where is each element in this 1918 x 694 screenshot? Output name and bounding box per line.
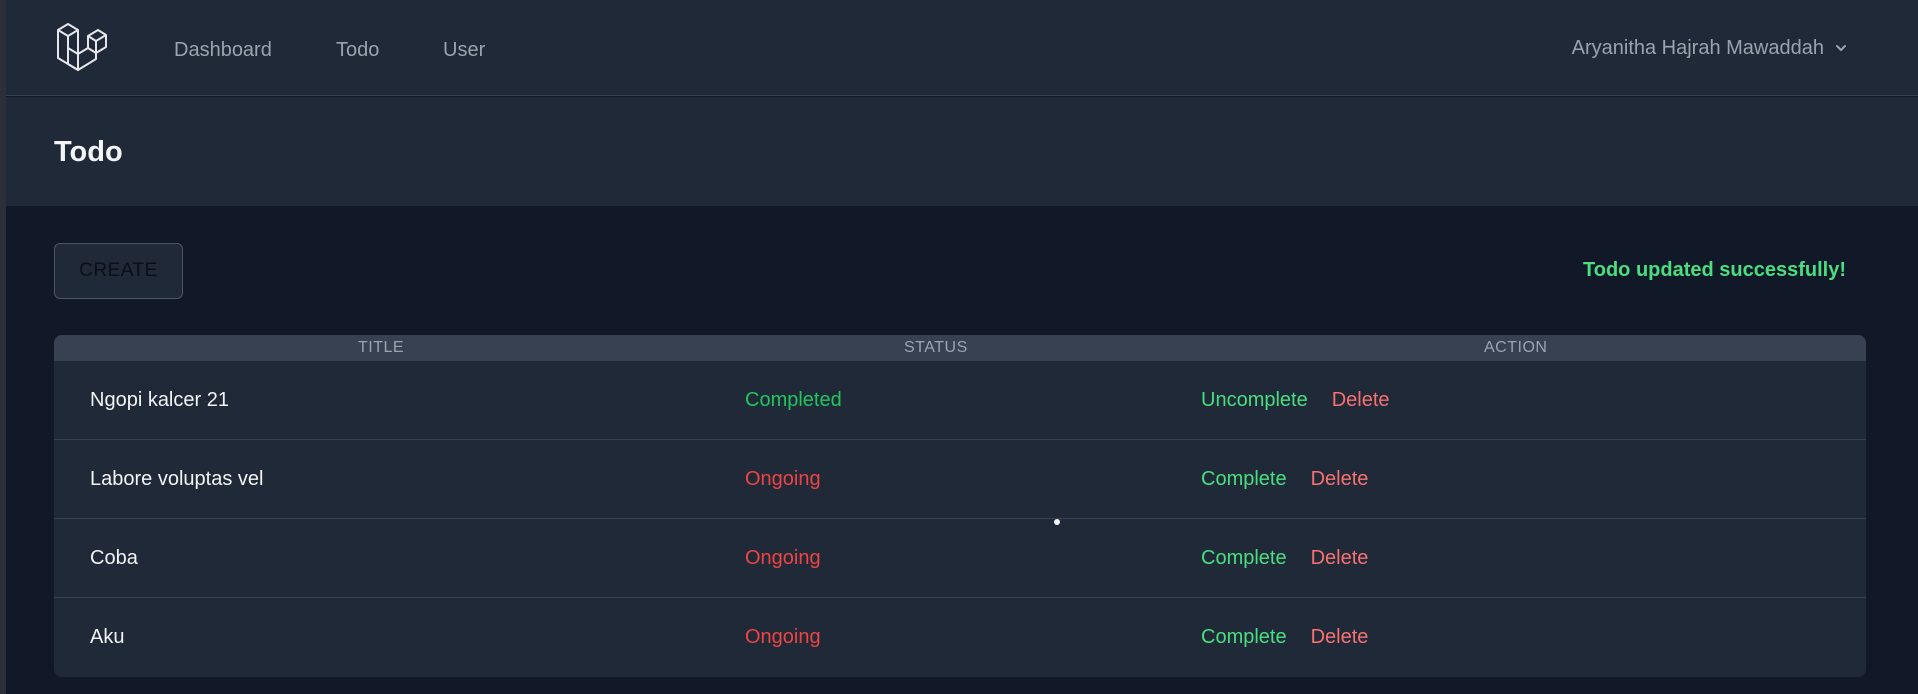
todo-status: Ongoing	[745, 626, 821, 648]
todo-status: Ongoing	[745, 547, 821, 569]
complete-button[interactable]: Complete	[1201, 625, 1287, 649]
todo-table: TITLE STATUS ACTION Ngopi kalcer 21 Comp…	[54, 335, 1866, 677]
todo-title: Labore voluptas vel	[90, 468, 264, 490]
delete-button[interactable]: Delete	[1311, 467, 1369, 491]
todo-title: Ngopi kalcer 21	[90, 389, 229, 411]
todo-actions: Complete Delete	[1201, 467, 1368, 491]
table-row: Ngopi kalcer 21 Completed Uncomplete Del…	[54, 361, 1866, 440]
create-button[interactable]: CREATE	[54, 243, 183, 299]
table-row: Coba Ongoing Complete Delete	[54, 519, 1866, 598]
delete-button[interactable]: Delete	[1332, 388, 1390, 412]
todo-status: Completed	[745, 389, 842, 411]
flash-message: Todo updated successfully!	[1583, 259, 1846, 281]
page-header: Todo	[6, 97, 1918, 206]
delete-button[interactable]: Delete	[1311, 625, 1369, 649]
user-name: Aryanitha Hajrah Mawaddah	[1571, 37, 1824, 59]
nav-link-user[interactable]: User	[443, 38, 485, 62]
todo-actions: Complete Delete	[1201, 546, 1368, 570]
todo-actions: Uncomplete Delete	[1201, 388, 1390, 412]
page-title: Todo	[54, 136, 123, 168]
todo-actions: Complete Delete	[1201, 625, 1368, 649]
todo-title: Aku	[90, 626, 125, 648]
app-window: Dashboard Todo User Aryanitha Hajrah Maw…	[6, 0, 1918, 694]
todo-title: Coba	[90, 547, 138, 569]
complete-button[interactable]: Complete	[1201, 467, 1287, 491]
delete-button[interactable]: Delete	[1311, 546, 1369, 570]
column-header-action: ACTION	[1484, 339, 1548, 356]
user-dropdown[interactable]: Aryanitha Hajrah Mawaddah	[1572, 36, 1848, 60]
nav-link-dashboard[interactable]: Dashboard	[174, 38, 272, 62]
table-row: Labore voluptas vel Ongoing Complete Del…	[54, 440, 1866, 519]
column-header-title: TITLE	[358, 339, 405, 356]
column-header-status: STATUS	[904, 339, 968, 356]
complete-button[interactable]: Complete	[1201, 546, 1287, 570]
todo-status: Ongoing	[745, 468, 821, 490]
table-header: TITLE STATUS ACTION	[54, 335, 1866, 361]
laravel-logo-icon[interactable]	[56, 22, 108, 72]
top-navbar: Dashboard Todo User Aryanitha Hajrah Maw…	[6, 0, 1918, 96]
chevron-down-icon	[1836, 45, 1846, 51]
uncomplete-button[interactable]: Uncomplete	[1201, 388, 1308, 412]
mouse-cursor-dot	[1054, 519, 1060, 525]
nav-link-todo[interactable]: Todo	[336, 38, 379, 62]
table-row: Aku Ongoing Complete Delete	[54, 598, 1866, 677]
